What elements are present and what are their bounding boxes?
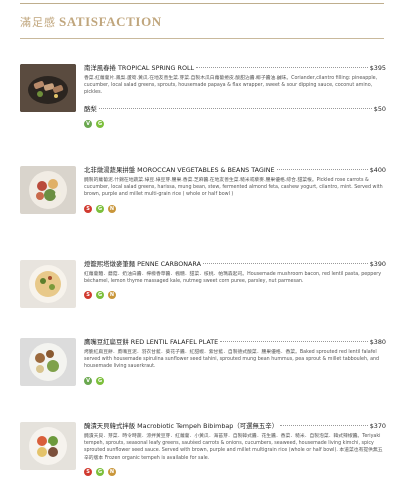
dish-photo-spring-roll [20, 64, 76, 112]
dish-description: 香菜.紅蘿蔔片.鳳梨.蘆筍.黃瓜.在地友善生菜.芽菜.自製木瓜白蘿蔔捲皮.酸甜沾… [84, 76, 378, 96]
diet-badges: V G [84, 119, 386, 128]
header-rule [20, 38, 384, 39]
add-on-price: $50 [373, 104, 386, 113]
add-on-name: 酪梨 [84, 104, 97, 113]
dish-description: 烤脆紅扁豆餅．鷹嘴豆泥．羽衣甘藍．葵花子醬．紅甜椒．紫甘藍．自製德式酸菜．腰果優… [84, 350, 380, 370]
dish-description: 醃漬天貝．芽菜．時令時蔬．涼拌黃豆芽．紅蘿蔔．小黃瓜．海苔芽．自製韓式醬．花生醬… [84, 434, 383, 461]
nut-badge-icon: N [108, 467, 116, 476]
dish-description: 醃製的蘿蔔泥.什錦在地蔬菜.綠豆.綠豆芽.腰果.香菜.芝麻醬.在地友善生菜.糙米… [84, 178, 383, 198]
diet-badges: S G N [84, 467, 386, 476]
vegan-badge-icon: V [84, 376, 92, 385]
vegan-badge-icon: V [84, 119, 92, 128]
leader-dots [276, 169, 368, 170]
gluten-free-badge-icon: G [96, 119, 104, 128]
diet-badges: S G N [84, 291, 386, 300]
leader-dots [202, 263, 368, 264]
gluten-free-badge-icon: G [96, 204, 104, 213]
nut-badge-icon: N [108, 291, 116, 300]
dish-name: 北非燉湯蔬果拼盤 MOROCCAN VEGETABLES & BEANS TAG… [84, 166, 275, 174]
leader-dots [280, 425, 368, 426]
leader-dots [196, 67, 368, 68]
gluten-free-badge-icon: G [96, 291, 104, 300]
dish-price: $370 [369, 422, 386, 430]
dish-price: $390 [369, 260, 386, 268]
dish-photo-tagine [20, 166, 76, 214]
dish-photo-falafel [20, 338, 76, 386]
gluten-free-badge-icon: G [96, 376, 104, 385]
spicy-badge-icon: S [84, 204, 92, 213]
dish-name: 燈籠熙塔燉麥筆麵 PENNE CARBONARA [84, 260, 201, 268]
dish-photo-bibimbap [20, 422, 76, 470]
section-title-zh: 滿足感 [20, 16, 56, 29]
dish-photo-carbonara [20, 260, 76, 308]
spicy-badge-icon: S [84, 467, 92, 476]
section-title-en: SATISFACTION [59, 14, 162, 29]
gluten-free-badge-icon: G [96, 467, 104, 476]
dish-name: 鷹嘴豆紅扁豆餅 RED LENTIL FALAFEL PLATE [84, 338, 219, 346]
top-rule [20, 3, 384, 4]
leader-dots [98, 107, 372, 109]
diet-badges: S G N [84, 204, 386, 213]
dish-price: $400 [369, 166, 386, 174]
section-header: 滿足感 SATISFACTION [20, 14, 162, 30]
spicy-badge-icon: S [84, 291, 92, 300]
diet-badges: V G [84, 376, 386, 385]
dish-price: $380 [369, 338, 386, 346]
dish-name: 醃漬天貝韓式拌飯 Macrobiotic Tempeh Bibimbap（可選無… [84, 422, 279, 430]
leader-dots [220, 341, 368, 342]
nut-badge-icon: N [108, 204, 116, 213]
dish-name: 南洋風春捲 TROPICAL SPRING ROLL [84, 64, 195, 72]
dish-description: 紅蘿蔔麵．蘑菇．奶油白醬．檸檬香草醬．楓糖．甜菜．核桃．帕瑪森起司。Housem… [84, 272, 382, 285]
dish-price: $395 [369, 64, 386, 72]
